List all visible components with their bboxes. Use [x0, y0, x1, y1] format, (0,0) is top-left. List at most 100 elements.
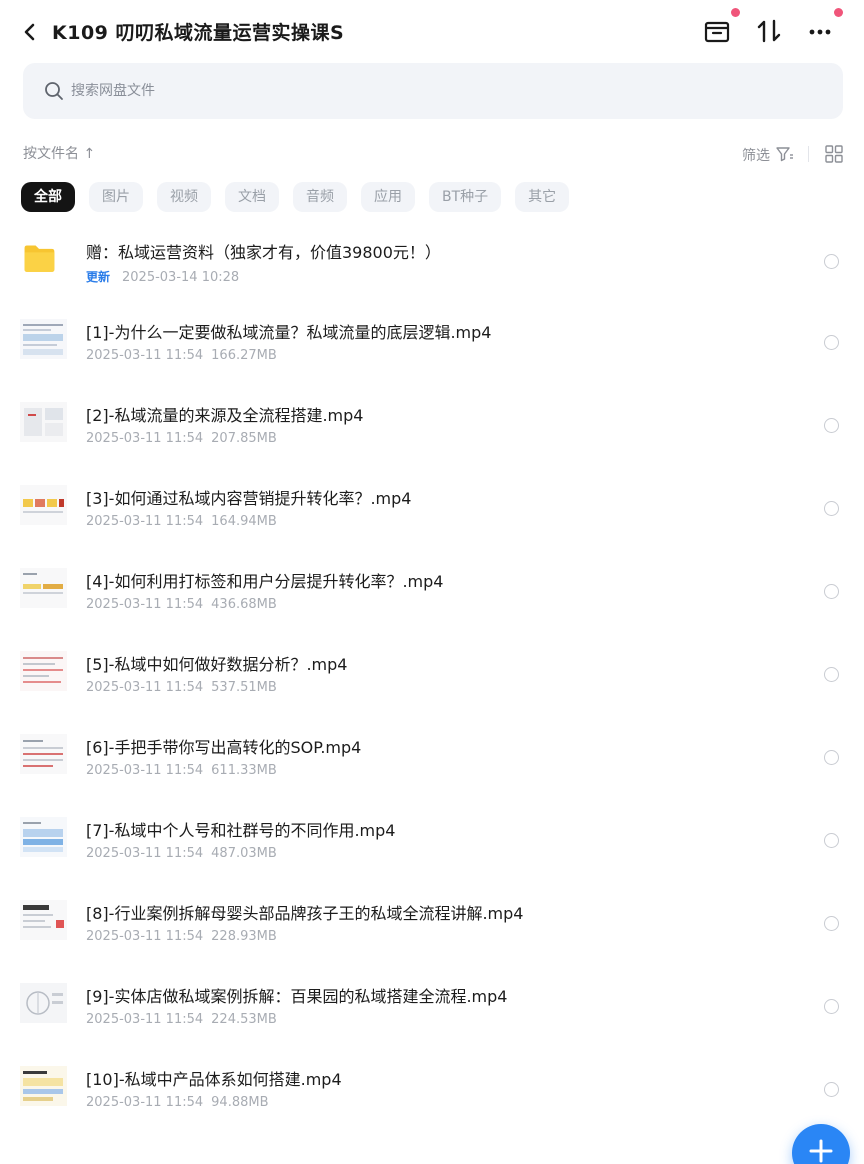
file-meta: 2025-03-11 11:54 228.93MB: [86, 929, 277, 944]
file-date: 2025-03-11 11:54: [86, 1012, 204, 1027]
select-radio[interactable]: [824, 916, 839, 931]
file-size: 94.88MB: [211, 1095, 269, 1110]
filter-button[interactable]: 筛选: [742, 145, 770, 165]
video-thumbnail-icon: [20, 402, 67, 442]
folder-icon: [24, 245, 55, 272]
file-size: 224.53MB: [211, 1012, 277, 1027]
back-arrow-icon[interactable]: [18, 18, 42, 46]
toolbar-divider: [808, 146, 809, 162]
select-radio[interactable]: [824, 501, 839, 516]
folder-name: 赠：私域运营资料（独家才有，价值39800元！）: [86, 243, 441, 262]
chip-documents[interactable]: 文档: [225, 182, 279, 212]
update-badge: 更新: [86, 270, 111, 284]
video-thumbnail-icon: [20, 319, 67, 359]
video-thumbnail-icon: [20, 734, 67, 774]
grid-view-icon[interactable]: [824, 144, 844, 164]
file-row[interactable]: [10]-私域中产品体系如何搭建.mp4 2025-03-11 11:54 94.…: [0, 1051, 864, 1134]
file-row[interactable]: [5]-私域中如何做好数据分析？.mp4 2025-03-11 11:54 537…: [0, 636, 864, 719]
file-row[interactable]: [6]-手把手带你写出高转化的SOP.mp4 2025-03-11 11:54 6…: [0, 719, 864, 802]
video-thumbnail-icon: [20, 983, 67, 1023]
file-meta: 2025-03-11 11:54 611.33MB: [86, 763, 277, 778]
file-size: 164.94MB: [211, 514, 277, 529]
file-row[interactable]: [2]-私域流量的来源及全流程搭建.mp4 2025-03-11 11:54 20…: [0, 387, 864, 470]
file-meta: 2025-03-11 11:54 537.51MB: [86, 680, 277, 695]
more-dots-icon[interactable]: [805, 16, 835, 46]
folder-time: 2025-03-14 10:28: [122, 270, 240, 285]
app-header: K109 叨叨私域流量运营实操课S: [0, 0, 864, 62]
filter-funnel-icon[interactable]: [776, 146, 794, 162]
file-name: [9]-实体店做私域案例拆解：百果园的私域搭建全流程.mp4: [86, 987, 508, 1006]
select-radio[interactable]: [824, 584, 839, 599]
chip-images[interactable]: 图片: [89, 182, 143, 212]
file-row[interactable]: [4]-如何利用打标签和用户分层提升转化率？.mp4 2025-03-11 11…: [0, 553, 864, 636]
file-list: 赠：私域运营资料（独家才有，价值39800元！） 更新 2025-03-14 10…: [0, 224, 864, 1134]
sort-by-name-button[interactable]: 按文件名 ↑: [23, 143, 95, 163]
file-date: 2025-03-11 11:54: [86, 431, 204, 446]
chip-audio[interactable]: 音频: [293, 182, 347, 212]
file-meta: 2025-03-11 11:54 436.68MB: [86, 597, 277, 612]
video-thumbnail-icon: [20, 900, 67, 940]
file-row[interactable]: [7]-私域中个人号和社群号的不同作用.mp4 2025-03-11 11:54…: [0, 802, 864, 885]
file-name: [8]-行业案例拆解母婴头部品牌孩子王的私域全流程讲解.mp4: [86, 904, 524, 923]
file-size: 537.51MB: [211, 680, 277, 695]
chip-videos[interactable]: 视频: [157, 182, 211, 212]
select-radio[interactable]: [824, 833, 839, 848]
file-name: [3]-如何通过私域内容营销提升转化率？.mp4: [86, 489, 412, 508]
search-input[interactable]: [71, 77, 771, 105]
notification-dot: [731, 8, 740, 17]
file-name: [4]-如何利用打标签和用户分层提升转化率？.mp4: [86, 572, 444, 591]
file-meta: 2025-03-11 11:54 94.88MB: [86, 1095, 269, 1110]
file-date: 2025-03-11 11:54: [86, 514, 204, 529]
video-thumbnail-icon: [20, 817, 67, 857]
sort-arrows-icon[interactable]: [754, 16, 784, 46]
select-radio[interactable]: [824, 1082, 839, 1097]
file-date: 2025-03-11 11:54: [86, 348, 204, 363]
search-icon: [45, 82, 63, 100]
category-chips: 全部 图片 视频 文档 音频 应用 BT种子 其它: [21, 182, 570, 212]
file-meta: 2025-03-11 11:54 164.94MB: [86, 514, 277, 529]
select-radio[interactable]: [824, 418, 839, 433]
file-name: [1]-为什么一定要做私域流量？私域流量的底层逻辑.mp4: [86, 323, 492, 342]
file-meta: 2025-03-11 11:54 207.85MB: [86, 431, 277, 446]
plus-icon: [809, 1139, 833, 1163]
file-date: 2025-03-11 11:54: [86, 763, 204, 778]
file-row[interactable]: [8]-行业案例拆解母婴头部品牌孩子王的私域全流程讲解.mp4 2025-03-…: [0, 885, 864, 968]
page-title: K109 叨叨私域流量运营实操课S: [52, 22, 345, 44]
file-name: [6]-手把手带你写出高转化的SOP.mp4: [86, 738, 362, 757]
select-radio[interactable]: [824, 254, 839, 269]
file-size: 611.33MB: [211, 763, 277, 778]
chip-other[interactable]: 其它: [515, 182, 570, 212]
file-size: 207.85MB: [211, 431, 277, 446]
file-meta: 2025-03-11 11:54 487.03MB: [86, 846, 277, 861]
file-date: 2025-03-11 11:54: [86, 597, 204, 612]
chip-apps[interactable]: 应用: [361, 182, 415, 212]
file-row[interactable]: [9]-实体店做私域案例拆解：百果园的私域搭建全流程.mp4 2025-03-1…: [0, 968, 864, 1051]
archive-box-icon[interactable]: [702, 16, 732, 46]
file-name: [2]-私域流量的来源及全流程搭建.mp4: [86, 406, 364, 425]
file-size: 436.68MB: [211, 597, 277, 612]
file-size: 166.27MB: [211, 348, 277, 363]
file-meta: 2025-03-11 11:54 166.27MB: [86, 348, 277, 363]
file-date: 2025-03-11 11:54: [86, 929, 204, 944]
folder-row[interactable]: 赠：私域运营资料（独家才有，价值39800元！） 更新 2025-03-14 10…: [0, 224, 864, 304]
video-thumbnail-icon: [20, 1066, 67, 1106]
file-row[interactable]: [1]-为什么一定要做私域流量？私域流量的底层逻辑.mp4 2025-03-11…: [0, 304, 864, 387]
select-radio[interactable]: [824, 335, 839, 350]
chip-bt-torrent[interactable]: BT种子: [429, 182, 502, 212]
file-meta: 2025-03-11 11:54 224.53MB: [86, 1012, 277, 1027]
select-radio[interactable]: [824, 999, 839, 1014]
select-radio[interactable]: [824, 750, 839, 765]
file-name: [7]-私域中个人号和社群号的不同作用.mp4: [86, 821, 396, 840]
select-radio[interactable]: [824, 667, 839, 682]
video-thumbnail-icon: [20, 485, 67, 525]
folder-meta: 更新 2025-03-14 10:28: [86, 268, 239, 285]
search-bar[interactable]: [23, 63, 843, 119]
chip-all[interactable]: 全部: [21, 182, 75, 212]
file-size: 487.03MB: [211, 846, 277, 861]
file-name: [5]-私域中如何做好数据分析？.mp4: [86, 655, 348, 674]
notification-dot: [834, 8, 843, 17]
file-row[interactable]: [3]-如何通过私域内容营销提升转化率？.mp4 2025-03-11 11:5…: [0, 470, 864, 553]
file-date: 2025-03-11 11:54: [86, 680, 204, 695]
file-name: [10]-私域中产品体系如何搭建.mp4: [86, 1070, 342, 1089]
add-button[interactable]: [792, 1124, 850, 1164]
